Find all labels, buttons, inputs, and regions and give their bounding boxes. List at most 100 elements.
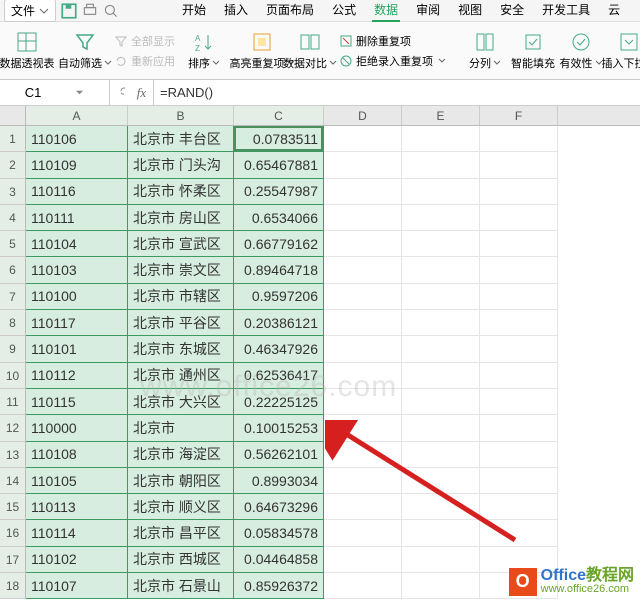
row-header[interactable]: 8: [0, 310, 26, 336]
cell[interactable]: [324, 284, 402, 310]
cell[interactable]: 0.8993034: [234, 468, 324, 494]
cell[interactable]: [324, 520, 402, 546]
cell[interactable]: [480, 520, 558, 546]
cell[interactable]: 110114: [26, 520, 128, 546]
cell[interactable]: [402, 468, 480, 494]
cell[interactable]: [324, 573, 402, 599]
cell[interactable]: [402, 231, 480, 257]
cell[interactable]: [324, 442, 402, 468]
cell[interactable]: 110111: [26, 205, 128, 231]
cell[interactable]: [324, 363, 402, 389]
cell[interactable]: [402, 415, 480, 441]
tab-insert[interactable]: 插入: [222, 0, 250, 22]
cell[interactable]: 北京市 市辖区: [128, 284, 234, 310]
cell[interactable]: 北京市 宣武区: [128, 231, 234, 257]
cell[interactable]: 北京市 门头沟: [128, 152, 234, 178]
reapply-button[interactable]: 重新应用: [112, 52, 177, 70]
cell[interactable]: 北京市 朝阳区: [128, 468, 234, 494]
cell[interactable]: [480, 389, 558, 415]
row-header[interactable]: 14: [0, 468, 26, 494]
row-header[interactable]: 13: [0, 442, 26, 468]
cell[interactable]: 北京市 顺义区: [128, 494, 234, 520]
cell[interactable]: [480, 468, 558, 494]
cell[interactable]: 110000: [26, 415, 128, 441]
cell[interactable]: [402, 179, 480, 205]
cell[interactable]: [480, 205, 558, 231]
cell[interactable]: 0.65467881: [234, 152, 324, 178]
insert-dropdown-button[interactable]: 插入下拉列: [608, 29, 640, 73]
cell[interactable]: 110113: [26, 494, 128, 520]
cell[interactable]: [480, 126, 558, 152]
cell[interactable]: [402, 152, 480, 178]
row-header[interactable]: 5: [0, 231, 26, 257]
cell[interactable]: 110103: [26, 257, 128, 283]
row-header[interactable]: 3: [0, 179, 26, 205]
row-header[interactable]: 15: [0, 494, 26, 520]
cell[interactable]: 北京市: [128, 415, 234, 441]
col-header-f[interactable]: F: [480, 106, 558, 125]
cell[interactable]: [402, 363, 480, 389]
validation-button[interactable]: 有效性: [560, 29, 602, 73]
tab-home[interactable]: 开始: [180, 0, 208, 22]
cell[interactable]: 北京市 崇文区: [128, 257, 234, 283]
cell[interactable]: 0.64673296: [234, 494, 324, 520]
cell[interactable]: 0.6534066: [234, 205, 324, 231]
text-to-cols-button[interactable]: 分列: [464, 29, 506, 73]
cell[interactable]: [480, 152, 558, 178]
cell[interactable]: [480, 310, 558, 336]
cell[interactable]: 0.25547987: [234, 179, 324, 205]
row-header[interactable]: 10: [0, 363, 26, 389]
cell[interactable]: [480, 179, 558, 205]
cell[interactable]: [480, 231, 558, 257]
tab-data[interactable]: 数据: [372, 0, 400, 22]
cell[interactable]: 北京市 昌平区: [128, 520, 234, 546]
row-header[interactable]: 12: [0, 415, 26, 441]
cell[interactable]: 北京市 石景山: [128, 573, 234, 599]
tab-view[interactable]: 视图: [456, 0, 484, 22]
cell[interactable]: 0.20386121: [234, 310, 324, 336]
cell[interactable]: [402, 547, 480, 573]
cell[interactable]: [402, 442, 480, 468]
cell[interactable]: 0.66779162: [234, 231, 324, 257]
tab-formula[interactable]: 公式: [330, 0, 358, 22]
cell[interactable]: 北京市 丰台区: [128, 126, 234, 152]
cell[interactable]: 0.89464718: [234, 257, 324, 283]
select-all-corner[interactable]: [0, 106, 26, 125]
col-header-a[interactable]: A: [26, 106, 128, 125]
cell[interactable]: 110104: [26, 231, 128, 257]
print-icon[interactable]: [81, 2, 99, 20]
row-header[interactable]: 9: [0, 336, 26, 362]
cell[interactable]: [324, 415, 402, 441]
cell[interactable]: [402, 126, 480, 152]
cell[interactable]: [324, 389, 402, 415]
col-header-e[interactable]: E: [402, 106, 480, 125]
link-icon[interactable]: [117, 84, 131, 101]
cell[interactable]: [324, 310, 402, 336]
row-header[interactable]: 6: [0, 257, 26, 283]
cell[interactable]: [324, 205, 402, 231]
cell[interactable]: 110105: [26, 468, 128, 494]
cell[interactable]: [402, 573, 480, 599]
cell[interactable]: 0.9597206: [234, 284, 324, 310]
col-header-b[interactable]: B: [128, 106, 234, 125]
cell[interactable]: [480, 363, 558, 389]
cell[interactable]: [324, 179, 402, 205]
cell[interactable]: [402, 205, 480, 231]
cell[interactable]: [402, 520, 480, 546]
cell[interactable]: 110112: [26, 363, 128, 389]
cell[interactable]: [480, 415, 558, 441]
tab-devtools[interactable]: 开发工具: [540, 0, 592, 22]
cell[interactable]: [324, 126, 402, 152]
reject-dup-button[interactable]: 拒绝录入重复项: [337, 52, 448, 70]
cell[interactable]: 0.05834578: [234, 520, 324, 546]
cell[interactable]: 110101: [26, 336, 128, 362]
cell[interactable]: [324, 152, 402, 178]
cell[interactable]: 0.10015253: [234, 415, 324, 441]
col-header-c[interactable]: C: [234, 106, 324, 125]
cell[interactable]: 0.46347926: [234, 336, 324, 362]
cell[interactable]: 0.85926372: [234, 573, 324, 599]
preview-icon[interactable]: [102, 2, 120, 20]
row-header[interactable]: 16: [0, 520, 26, 546]
row-header[interactable]: 11: [0, 389, 26, 415]
cell[interactable]: 110107: [26, 573, 128, 599]
